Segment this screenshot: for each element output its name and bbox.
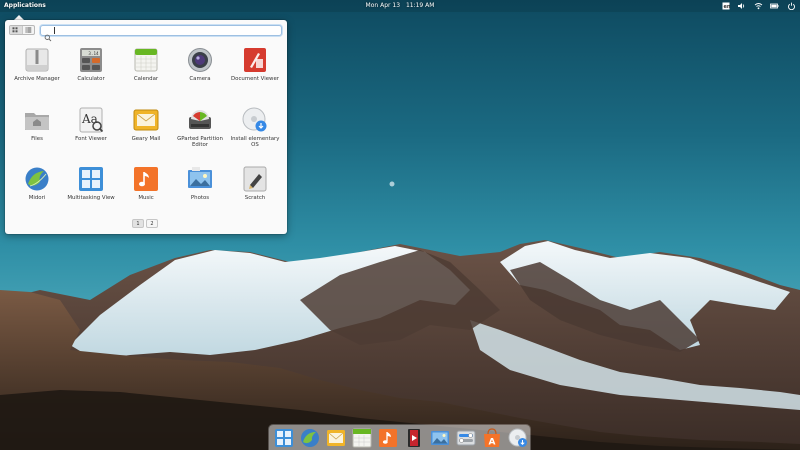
videos-icon[interactable] xyxy=(404,428,424,448)
svg-text:en: en xyxy=(724,4,731,10)
camera-icon xyxy=(187,47,213,73)
app-install-elementary[interactable]: Install elementary OS xyxy=(227,107,283,163)
app-scratch[interactable]: Scratch xyxy=(227,166,283,222)
document-viewer-icon xyxy=(242,47,268,73)
category-view-icon[interactable] xyxy=(21,26,35,34)
app-font-viewer[interactable]: Aa Font Viewer xyxy=(63,107,119,163)
clock-time: 11:19 AM xyxy=(405,2,435,9)
app-multitasking-view[interactable]: Multitasking View xyxy=(63,166,119,222)
top-panel: Applications Mon Apr 13 11:19 AM en xyxy=(0,0,800,12)
app-camera[interactable]: Camera xyxy=(172,47,228,103)
app-geary-mail[interactable]: Geary Mail xyxy=(118,107,174,163)
installer-icon[interactable] xyxy=(508,428,528,448)
music-icon[interactable] xyxy=(378,428,398,448)
calendar-icon xyxy=(133,47,159,73)
app-files[interactable]: Files xyxy=(9,107,65,163)
app-music[interactable]: Music xyxy=(118,166,174,222)
settings-icon[interactable] xyxy=(456,428,476,448)
gparted-icon xyxy=(187,107,213,133)
search-input[interactable] xyxy=(55,26,275,35)
clock-date: Mon Apr 13 xyxy=(365,2,401,9)
app-calculator[interactable]: 3.14 Calculator xyxy=(63,47,119,103)
midori-icon[interactable] xyxy=(300,428,320,448)
archive-manager-icon xyxy=(24,47,50,73)
font-viewer-icon: Aa xyxy=(78,107,104,133)
app-document-viewer[interactable]: Document Viewer xyxy=(227,47,283,103)
appcenter-icon[interactable]: A xyxy=(482,428,502,448)
scratch-icon xyxy=(242,166,268,192)
wifi-icon[interactable] xyxy=(754,2,763,10)
search-field[interactable] xyxy=(40,25,282,42)
page-switcher: 1 2 xyxy=(132,219,158,228)
photos-icon[interactable] xyxy=(430,428,450,448)
dock: A xyxy=(269,425,530,450)
view-switcher xyxy=(9,25,35,35)
midori-icon xyxy=(24,166,50,192)
page-button-1[interactable]: 1 xyxy=(132,219,144,228)
installer-icon xyxy=(242,107,268,133)
app-calendar[interactable]: Calendar xyxy=(118,47,174,103)
photos-icon xyxy=(187,166,213,192)
calculator-icon: 3.14 xyxy=(78,47,104,73)
multitasking-icon xyxy=(78,166,104,192)
calendar-icon[interactable] xyxy=(352,428,372,448)
keyboard-icon[interactable]: en xyxy=(722,2,731,10)
power-icon[interactable] xyxy=(787,2,796,11)
calculator-display: 3.14 xyxy=(88,51,99,56)
mail-icon[interactable] xyxy=(326,428,346,448)
volume-icon[interactable] xyxy=(737,2,746,10)
search-icon xyxy=(44,27,52,42)
music-icon xyxy=(133,166,159,192)
svg-text:Aa: Aa xyxy=(81,112,98,126)
multitasking-icon[interactable] xyxy=(274,428,294,448)
app-photos[interactable]: Photos xyxy=(172,166,228,222)
page-button-2[interactable]: 2 xyxy=(146,219,158,228)
files-icon xyxy=(24,107,50,133)
grid-view-icon[interactable] xyxy=(10,26,22,34)
clock[interactable]: Mon Apr 13 11:19 AM xyxy=(0,2,800,10)
mail-icon xyxy=(133,107,159,133)
app-archive-manager[interactable]: Archive Manager xyxy=(9,47,65,103)
app-gparted[interactable]: GParted Partition Editor xyxy=(172,107,228,163)
svg-text:A: A xyxy=(489,438,496,448)
app-midori[interactable]: Midori xyxy=(9,166,65,222)
battery-icon[interactable] xyxy=(770,2,779,10)
